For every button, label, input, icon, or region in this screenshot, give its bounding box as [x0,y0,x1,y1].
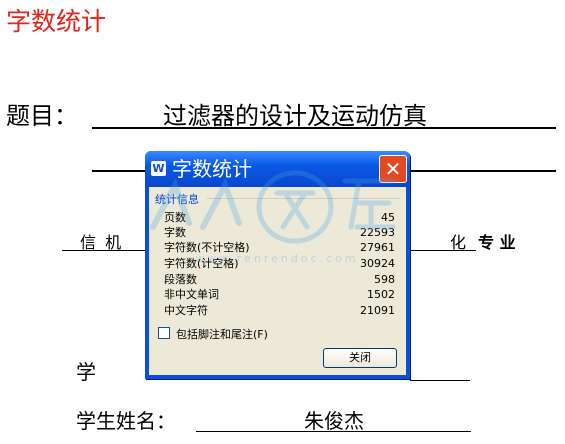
major-suffix: 专 业 [478,233,516,252]
stat-value: 30924 [360,257,395,270]
stat-value: 598 [374,273,395,286]
stat-label: 页数 [164,211,186,224]
topic-label: 题目： [6,102,78,130]
stat-row: 字符数(计空格) 30924 [164,256,395,271]
stat-row: 中文字符 21091 [164,303,395,318]
stat-value: 21091 [360,304,395,317]
include-footnotes-checkbox[interactable] [158,327,170,339]
group-divider [207,198,400,199]
student-name-label: 学生姓名： [76,409,176,433]
stat-label: 字符数(不计空格) [164,241,250,254]
document-heading: 字数统计 [6,7,107,36]
word-count-dialog: W 字数统计 ✕ 统计信息 页数 45 字数 22593 字符数(不计空格) 2… [145,151,410,379]
row-xue-label: 学 [76,360,96,384]
topic-value: 过滤器的设计及运动仿真 [163,102,427,130]
stat-row: 字数 22593 [164,225,395,240]
major-underline-left [62,250,148,251]
dialog-titlebar[interactable]: W 字数统计 ✕ [145,151,410,187]
close-icon[interactable]: ✕ [379,155,407,183]
stat-row: 非中文单词 1502 [164,287,395,302]
stat-label: 字符数(计空格) [164,257,239,270]
close-button[interactable]: 关闭 [323,348,397,368]
stat-value: 45 [381,211,395,224]
dialog-body: 统计信息 页数 45 字数 22593 字符数(不计空格) 27961 字符数(… [149,187,406,375]
stat-row: 页数 45 [164,210,395,225]
stat-label: 段落数 [164,273,197,286]
stat-label: 中文字符 [164,304,208,317]
row-xue-underline [410,380,470,381]
student-name-underline [196,431,471,432]
stats-group-title: 统计信息 [155,193,199,206]
include-footnotes-label[interactable]: 包括脚注和尾注(F) [176,326,268,342]
stat-label: 字数 [164,226,186,239]
major-underline-right [410,250,476,251]
stat-row: 段落数 598 [164,272,395,287]
dialog-title: 字数统计 [172,157,252,181]
stat-row: 字符数(不计空格) 27961 [164,240,395,255]
stat-value: 27961 [360,241,395,254]
stat-label: 非中文单词 [164,288,219,301]
stat-value: 1502 [367,288,395,301]
student-name-value: 朱俊杰 [304,409,364,433]
topic-underline [92,127,556,129]
word-app-icon: W [151,161,166,176]
stat-value: 22593 [360,226,395,239]
